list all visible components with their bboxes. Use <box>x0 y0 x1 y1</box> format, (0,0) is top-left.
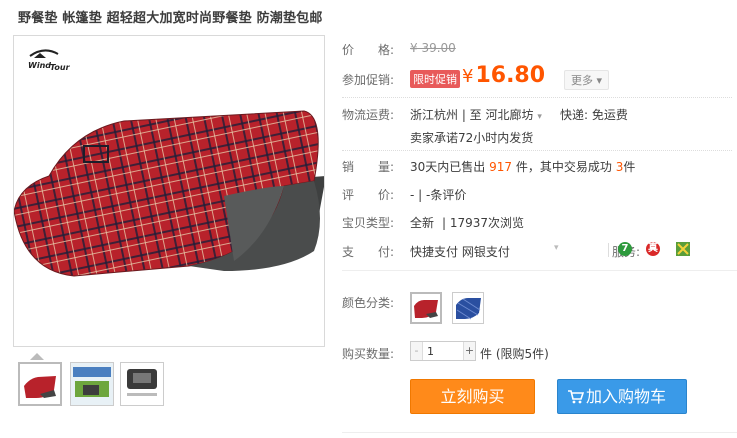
thumbnail-3[interactable] <box>120 362 164 406</box>
condition: 全新 <box>410 216 435 230</box>
quantity-label: 购买数量: <box>342 347 395 361</box>
thumbnail-2[interactable] <box>70 362 114 406</box>
quantity-input[interactable] <box>424 342 462 360</box>
increase-button[interactable]: + <box>463 342 475 360</box>
add-to-cart-label: 加入购物车 <box>586 387 667 406</box>
item-type-label: 宝贝类型: <box>342 216 395 230</box>
divider <box>342 150 732 151</box>
price-label: 价 格: <box>342 43 395 57</box>
shipping-label: 物流运费: <box>342 108 395 122</box>
authentic-icon[interactable]: 真 <box>646 242 660 256</box>
current-price: ¥16.80 <box>462 63 545 88</box>
color-option-red-plaid[interactable] <box>410 292 442 324</box>
bottom-divider <box>342 432 737 433</box>
quantity-limit: 件 (限购5件) <box>480 347 549 361</box>
payment-label: 支 付: <box>342 245 395 259</box>
divider <box>608 243 609 257</box>
review-label: 评 价: <box>342 188 395 202</box>
chevron-down-icon[interactable]: ▾ <box>554 243 559 253</box>
sales-suffix: 件 <box>623 160 636 174</box>
more-label: 更多 <box>571 74 593 87</box>
currency-symbol: ¥ <box>462 66 474 87</box>
decrease-button[interactable]: - <box>411 342 423 360</box>
color-option-blue[interactable] <box>452 292 484 324</box>
sold-count: 917 <box>489 160 513 174</box>
divider <box>342 97 732 98</box>
chevron-down-icon: ▾ <box>596 74 603 87</box>
seven-day-return-icon[interactable]: 7 <box>618 242 632 256</box>
route-text: 浙江杭州 | 至 河北廊坊 <box>410 108 534 122</box>
more-promos-button[interactable]: 更多 ▾ <box>564 70 610 90</box>
price-value: 16.80 <box>475 63 546 88</box>
color-label: 颜色分类: <box>342 296 395 310</box>
sales-label: 销 量: <box>342 160 395 174</box>
quantity-stepper[interactable]: - + <box>410 341 476 361</box>
picnic-mat-image <box>14 110 324 277</box>
sales-prefix: 30天内已售出 <box>410 160 486 174</box>
sales-middle: 件，其中交易成功 <box>515 160 612 174</box>
main-product-image[interactable]: Wind Tour <box>13 35 325 347</box>
cart-icon <box>568 390 584 404</box>
guarantee-icon[interactable] <box>676 242 690 256</box>
chevron-down-icon: ▾ <box>537 112 542 122</box>
product-title: 野餐垫 帐篷垫 超轻超大加宽时尚野餐垫 防潮垫包邮 <box>18 11 323 26</box>
add-to-cart-button[interactable]: 加入购物车 <box>557 379 687 414</box>
promo-tag: 限时促销 <box>410 70 460 88</box>
buy-now-button[interactable]: 立刻购买 <box>410 379 535 414</box>
ship-promise: 卖家承诺72小时内发货 <box>410 131 534 145</box>
original-price: ¥ 39.00 <box>410 41 456 55</box>
promo-label: 参加促销: <box>342 73 395 87</box>
thumb-indicator <box>30 353 44 360</box>
thumbnail-1[interactable] <box>18 362 62 406</box>
section-divider <box>342 270 737 271</box>
delivery-fee: 快递: 免运费 <box>560 108 628 122</box>
review-value[interactable]: - | -条评价 <box>410 186 466 203</box>
view-count: | 17937次浏览 <box>442 216 525 230</box>
shipping-route[interactable]: 浙江杭州 | 至 河北廊坊 ▾ <box>410 106 542 123</box>
sales-info: 30天内已售出 917 件，其中交易成功 3件 <box>410 158 635 175</box>
payment-methods: 快捷支付 网银支付 <box>410 245 510 259</box>
